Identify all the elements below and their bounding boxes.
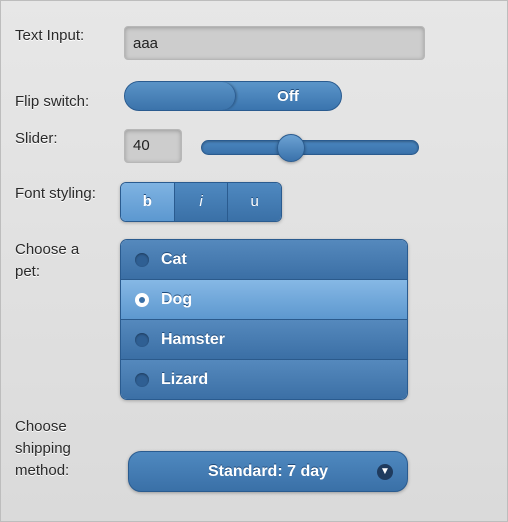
shipping-method-select[interactable]: Standard: 7 day ▼	[128, 451, 408, 492]
shipping-label: Choose shipping method:	[15, 416, 71, 482]
shipping-label-line2: shipping	[15, 440, 71, 457]
pet-option-label: Dog	[161, 291, 193, 308]
italic-button[interactable]: i	[174, 183, 229, 221]
font-styling-label: Font styling:	[15, 185, 96, 202]
pet-option-label: Lizard	[161, 371, 209, 388]
flip-switch-state: Off	[277, 88, 299, 105]
font-styling-controlgroup: b i u	[120, 182, 282, 222]
pet-option-label: Hamster	[161, 331, 226, 348]
pet-option-hamster[interactable]: Hamster	[121, 320, 407, 360]
flip-switch-handle[interactable]	[125, 82, 236, 110]
pet-radio-group: Cat Dog Hamster Lizard	[120, 239, 408, 400]
radio-icon	[135, 373, 149, 387]
text-input-field[interactable]	[124, 26, 425, 60]
radio-selected-icon	[135, 293, 149, 307]
pet-option-dog[interactable]: Dog	[121, 280, 407, 320]
choose-pet-label-line1: Choose a	[15, 241, 80, 258]
shipping-label-line1: Choose	[15, 418, 67, 435]
text-input-label: Text Input:	[15, 27, 85, 44]
shipping-selected-value: Standard: 7 day	[207, 463, 329, 480]
slider-label: Slider:	[15, 130, 58, 147]
pet-option-cat[interactable]: Cat	[121, 240, 407, 280]
flip-switch[interactable]: Off	[124, 81, 342, 111]
shipping-label-line3: method:	[15, 462, 70, 479]
choose-pet-label-line2: pet:	[15, 263, 41, 280]
bold-button[interactable]: b	[121, 183, 175, 221]
slider-value-input[interactable]: 40	[124, 129, 182, 163]
radio-icon	[135, 333, 149, 347]
slider-track[interactable]	[201, 140, 419, 155]
radio-icon	[135, 253, 149, 267]
underline-button[interactable]: u	[228, 183, 281, 221]
choose-pet-label: Choose a pet:	[15, 239, 79, 283]
pet-option-lizard[interactable]: Lizard	[121, 360, 407, 399]
slider-thumb[interactable]	[277, 134, 305, 162]
chevron-down-icon: ▼	[377, 464, 393, 480]
flip-switch-label: Flip switch:	[15, 93, 90, 110]
pet-option-label: Cat	[161, 251, 187, 268]
